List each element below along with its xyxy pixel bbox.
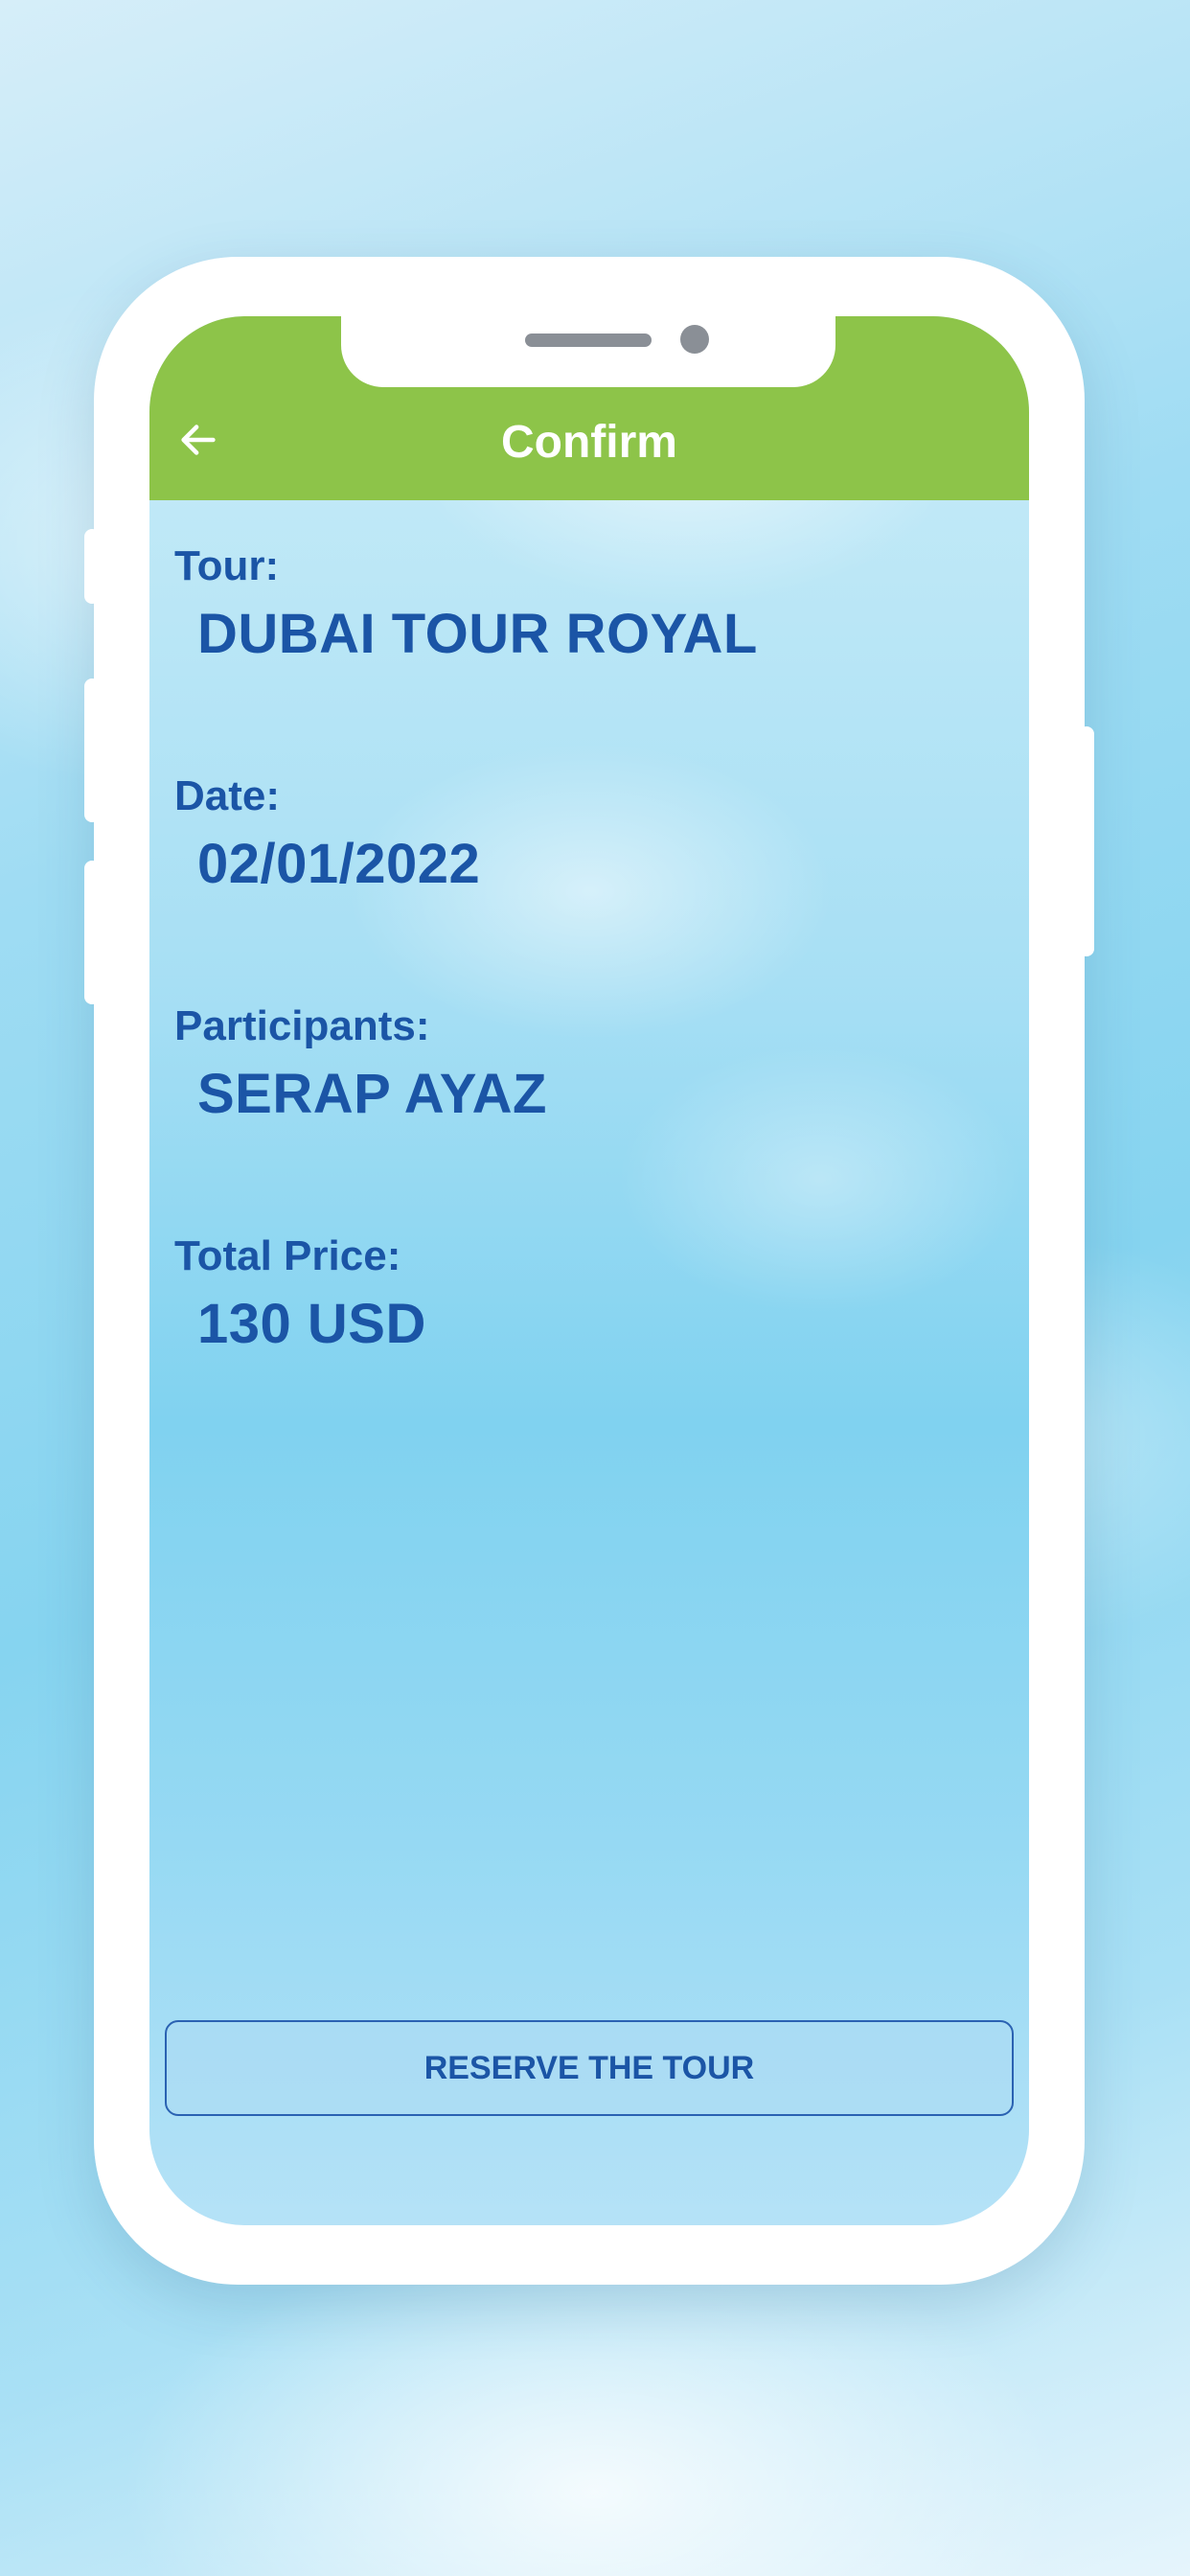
phone-volume-up [84,678,100,822]
tour-value: DUBAI TOUR ROYAL [197,603,758,665]
page-title: Confirm [501,417,677,468]
date-label: Date: [174,772,281,819]
app-screen: Confirm Tour: DUBAI TOUR ROYAL Date: 02/… [149,316,1029,2225]
date-value: 02/01/2022 [197,833,481,895]
total-price-label: Total Price: [174,1232,401,1279]
tour-field: Tour: DUBAI TOUR ROYAL [174,542,758,666]
phone-silent-switch [84,529,100,604]
participants-value: SERAP AYAZ [197,1063,547,1125]
date-field: Date: 02/01/2022 [174,772,480,896]
total-price-value: 130 USD [197,1293,426,1355]
total-price-field: Total Price: 130 USD [174,1232,426,1356]
speaker-icon [525,334,652,347]
reserve-tour-button[interactable]: RESERVE THE TOUR [165,2020,1014,2116]
phone-power-button [1079,726,1094,956]
phone-volume-down [84,861,100,1004]
tour-label: Tour: [174,542,280,589]
camera-icon [680,325,709,354]
phone-frame: Confirm Tour: DUBAI TOUR ROYAL Date: 02/… [84,257,1094,2285]
participants-label: Participants: [174,1002,430,1049]
participants-field: Participants: SERAP AYAZ [174,1002,547,1126]
phone-notch [341,316,835,387]
